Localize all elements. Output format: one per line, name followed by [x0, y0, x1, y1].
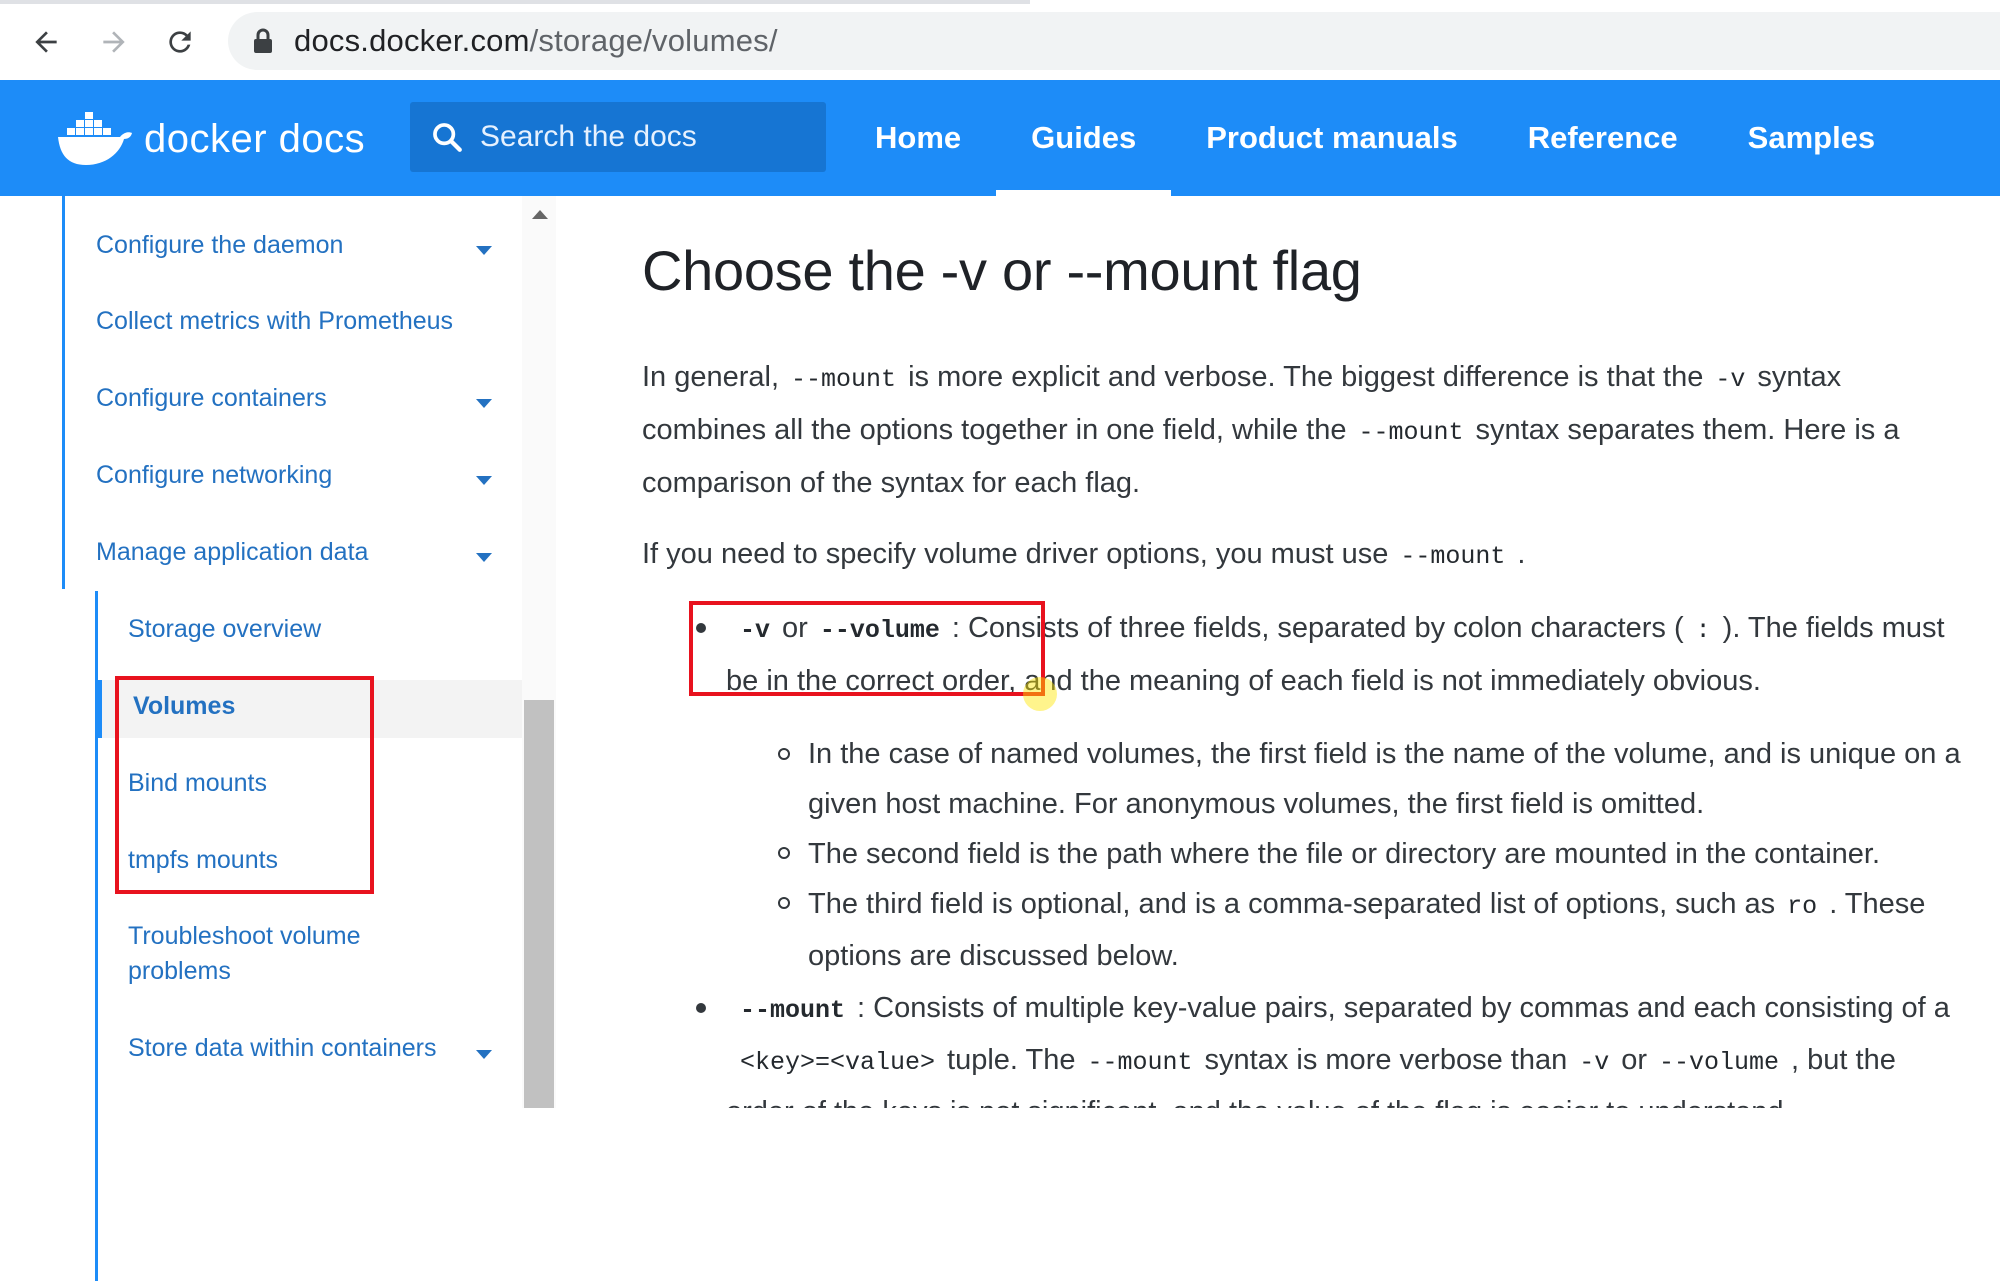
url-text: docs.docker.com/storage/volumes/	[294, 23, 778, 59]
sidebar-item-configure-daemon[interactable]: Configure the daemon	[96, 228, 343, 263]
annotation-highlight-box	[115, 676, 374, 894]
chevron-down-icon[interactable]	[476, 246, 492, 255]
site-header: docker docs Home Guides Product manuals …	[0, 80, 2000, 196]
browser-toolbar: docs.docker.com/storage/volumes/	[0, 0, 2000, 81]
sidebar-item-collect-metrics[interactable]: Collect metrics with Prometheus	[96, 304, 453, 339]
bullet-mount-line2: <key>=<value> tuple. The --mount syntax is …	[728, 1034, 1896, 1089]
nav-samples[interactable]: Samples	[1713, 80, 1911, 196]
paragraph-driver-options: If you need to specify volume driver opt…	[642, 528, 1525, 583]
sub-bullet-marker	[778, 748, 790, 760]
search-input[interactable]	[478, 119, 812, 155]
sidebar-item-configure-networking[interactable]: Configure networking	[96, 458, 332, 493]
sidebar-item-store-data-within-containers[interactable]: Store data within containers	[128, 1031, 437, 1066]
chevron-down-icon[interactable]	[476, 476, 492, 485]
top-nav: Home Guides Product manuals Reference Sa…	[840, 80, 1910, 196]
docker-whale-icon	[56, 110, 134, 168]
paragraph-intro-line3: comparison of the syntax for each flag.	[642, 467, 1141, 499]
chevron-down-icon[interactable]	[476, 399, 492, 408]
tab-strip	[0, 0, 1030, 4]
scrollbar-thumb[interactable]	[524, 700, 554, 1108]
url-domain: docs.docker.com	[294, 23, 530, 58]
address-bar[interactable]: docs.docker.com/storage/volumes/	[228, 12, 2000, 70]
annotation-highlight-box	[689, 601, 1045, 696]
lock-icon	[254, 28, 272, 53]
inline-code: <key>=<value>	[740, 1048, 936, 1077]
sidebar-item-troubleshoot-volume[interactable]: Troubleshoot volume problems	[128, 919, 418, 989]
inline-code: ro	[1787, 892, 1818, 921]
forward-arrow-icon	[103, 31, 125, 53]
text: combines all the options together in one…	[642, 414, 1347, 446]
text: : Consists of multiple key-value pairs, …	[857, 992, 1950, 1024]
text: syntax	[1757, 361, 1842, 393]
sub-bullet-second-field: The second field is the path where the f…	[808, 838, 1881, 870]
bullet-marker	[696, 1003, 706, 1013]
sub-bullet-marker	[778, 847, 790, 859]
forward-button[interactable]	[90, 20, 138, 64]
nav-guides[interactable]: Guides	[996, 80, 1172, 196]
nav-home[interactable]: Home	[840, 80, 996, 196]
nav-product-manuals[interactable]: Product manuals	[1171, 80, 1493, 196]
text: If you need to specify volume driver opt…	[642, 538, 1389, 570]
inline-code: --mount	[1358, 418, 1464, 447]
sub-bullet-third-field-line1: The third field is optional, and is a co…	[808, 878, 1925, 933]
text: is more explicit and verbose. The bigges…	[908, 361, 1704, 393]
bullet-mount-line1: --mount : Consists of multiple key-value …	[728, 982, 1950, 1037]
sub-bullet-named-volumes-line1: In the case of named volumes, the first …	[808, 738, 1961, 770]
sidebar-item-manage-application-data[interactable]: Manage application data	[96, 535, 368, 570]
inline-code: -v	[1715, 365, 1746, 394]
sidebar-item-storage-overview[interactable]: Storage overview	[128, 612, 321, 647]
active-item-marker	[95, 680, 102, 738]
inline-code: --mount	[791, 365, 897, 394]
reload-button[interactable]	[156, 20, 204, 64]
chevron-down-icon[interactable]	[476, 553, 492, 562]
inline-code: --mount	[1400, 542, 1506, 571]
sub-bullet-marker	[778, 897, 790, 909]
page-title: Choose the -v or --mount flag	[642, 239, 1362, 302]
text: or	[1621, 1044, 1648, 1076]
inline-code: :	[1695, 616, 1711, 645]
paragraph-intro-line2: combines all the options together in one…	[642, 404, 1899, 459]
text: , but the	[1791, 1044, 1896, 1076]
text: syntax separates them. Here is a	[1475, 414, 1900, 446]
logo-text: docker docs	[144, 116, 366, 161]
back-button[interactable]	[22, 20, 70, 64]
bullet-mount-line3: order of the keys is not significant, an…	[726, 1086, 1792, 1108]
paragraph-intro-line1: In general, --mount is more explicit and v…	[642, 351, 1841, 406]
text: syntax is more verbose than	[1204, 1044, 1568, 1076]
nav-reference[interactable]: Reference	[1493, 80, 1713, 196]
search-box[interactable]	[410, 102, 826, 172]
text: In general,	[642, 361, 780, 393]
tree-line	[62, 196, 65, 589]
url-path: /storage/volumes/	[529, 23, 778, 58]
sidebar-item-configure-containers[interactable]: Configure containers	[96, 381, 327, 416]
chevron-down-icon[interactable]	[476, 1050, 492, 1059]
inline-code: --volume	[1659, 1048, 1780, 1077]
back-arrow-icon	[35, 31, 57, 53]
inline-code: --mount	[1087, 1048, 1193, 1077]
reload-icon	[169, 31, 191, 53]
inline-code: --mount	[740, 996, 846, 1025]
main-content: Choose the -v or --mount flag In general…	[560, 196, 2000, 1108]
text: .	[1517, 538, 1526, 570]
search-icon	[433, 123, 462, 152]
sidebar-nav: Configure the daemon Collect metrics wit…	[0, 196, 522, 1281]
text: : Consists of three fields, separated by…	[951, 612, 1684, 644]
scroll-up-arrow-icon[interactable]	[532, 210, 548, 219]
text: ). The fields must	[1722, 612, 1945, 644]
cursor-highlight	[1023, 677, 1057, 711]
sub-bullet-named-volumes-line2: given host machine. For anonymous volume…	[808, 788, 1705, 820]
text: The third field is optional, and is a co…	[808, 888, 1776, 920]
inline-code: -v	[1579, 1048, 1610, 1077]
sub-bullet-third-field-line2: options are discussed below.	[808, 940, 1179, 972]
text: . These	[1829, 888, 1926, 920]
text: tuple. The	[947, 1044, 1076, 1076]
docker-docs-logo[interactable]: docker docs	[56, 104, 365, 174]
